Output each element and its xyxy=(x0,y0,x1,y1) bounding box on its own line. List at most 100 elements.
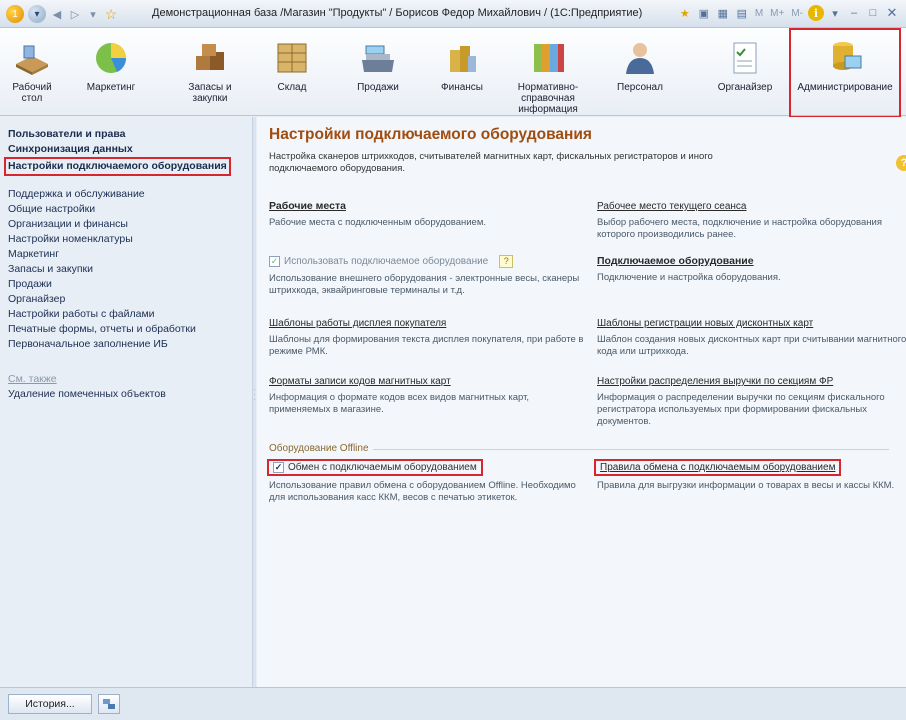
display-templates-link[interactable]: Шаблоны работы дисплея покупателя xyxy=(269,318,446,329)
nav-marketing[interactable]: Маркетинг xyxy=(8,247,196,262)
info-icon[interactable]: i xyxy=(808,5,824,21)
revenue-distribution-text: Информация о распределении выручки по се… xyxy=(597,392,885,427)
nav-support[interactable]: Поддержка и обслуживание xyxy=(8,187,196,202)
workplaces-link[interactable]: Рабочие места xyxy=(269,200,346,212)
magnetic-formats-link[interactable]: Форматы записи кодов магнитных карт xyxy=(269,376,451,387)
pie-chart-icon xyxy=(91,38,131,78)
coins-icon xyxy=(442,38,482,78)
section-finance[interactable]: Финансы xyxy=(436,30,488,114)
section-marketing[interactable]: Маркетинг xyxy=(78,30,144,114)
nav-organizations[interactable]: Организации и финансы xyxy=(8,217,196,232)
memory-plus-button[interactable]: M+ xyxy=(768,8,786,19)
binders-icon xyxy=(528,38,568,78)
magnetic-formats-text: Информация о формате кодов всех видов ма… xyxy=(269,392,530,415)
back-icon[interactable]: ◀ xyxy=(50,5,64,23)
current-workplace-text: Выбор рабочего места, подключение и наст… xyxy=(597,217,882,240)
exchange-rules-link[interactable]: Правила обмена с подключаемым оборудован… xyxy=(594,459,842,476)
admin-icon xyxy=(825,38,865,78)
nav-sales[interactable]: Продажи xyxy=(8,277,196,292)
window-title: Демонстрационная база /Магазин "Продукты… xyxy=(152,7,643,19)
offline-exchange-block: ✓ Обмен с подключаемым оборудованием Исп… xyxy=(267,459,587,504)
memory-minus-button[interactable]: M- xyxy=(789,8,805,19)
magnetic-formats-block: Форматы записи кодов магнитных карт Инфо… xyxy=(269,375,589,416)
nav-inventory[interactable]: Запасы и закупки xyxy=(8,262,196,277)
exchange-rules-text: Правила для выгрузки информации о товара… xyxy=(597,480,895,491)
revenue-distribution-link[interactable]: Настройки распределения выручки по секци… xyxy=(597,376,833,387)
calendar-icon[interactable]: ▤ xyxy=(734,5,750,21)
use-equipment-text: Использование внешнего оборудования - эл… xyxy=(269,273,580,296)
nav-initial-fill[interactable]: Первоначальное заполнение ИБ xyxy=(8,337,196,352)
section-panel: Рабочий стол Маркетинг Запасы и закупки … xyxy=(0,28,906,118)
exchange-rules-block: Правила обмена с подключаемым оборудован… xyxy=(594,459,906,492)
section-desktop[interactable]: Рабочий стол xyxy=(6,30,58,114)
discount-templates-block: Шаблоны регистрации новых дисконтных кар… xyxy=(597,317,906,358)
memory-button[interactable]: M xyxy=(753,8,765,19)
main-content: Настройки подключаемого оборудования Нас… xyxy=(257,117,906,687)
navigation-panel: Пользователи и права Синхронизация данны… xyxy=(0,117,252,687)
see-also-label: См. также xyxy=(8,373,57,385)
page-title: Настройки подключаемого оборудования xyxy=(269,126,592,143)
display-templates-block: Шаблоны работы дисплея покупателя Шаблон… xyxy=(269,317,589,358)
nav-print-forms[interactable]: Печатные формы, отчеты и обработки xyxy=(8,322,196,337)
discount-templates-link[interactable]: Шаблоны регистрации новых дисконтных кар… xyxy=(597,318,813,329)
checkbox-checked-icon: ✓ xyxy=(273,462,284,473)
section-organizer[interactable]: Органайзер xyxy=(716,30,774,114)
current-workplace-link[interactable]: Рабочее место текущего сеанса xyxy=(597,201,747,212)
section-inventory[interactable]: Запасы и закупки xyxy=(180,30,240,114)
panel-splitter[interactable]: · · · xyxy=(252,117,256,687)
boxes-icon xyxy=(190,38,230,78)
nav-organizer[interactable]: Органайзер xyxy=(8,292,196,307)
section-personnel[interactable]: Персонал xyxy=(614,30,666,114)
favorites-icon[interactable]: ★ xyxy=(677,5,693,21)
use-equipment-checkbox[interactable]: ✓ Использовать подключаемое оборудование xyxy=(269,256,488,267)
checklist-icon xyxy=(725,38,765,78)
history-icon[interactable]: ▣ xyxy=(696,5,712,21)
connected-equipment-link[interactable]: Подключаемое оборудование xyxy=(597,255,754,267)
calculator-icon[interactable]: ▦ xyxy=(715,5,731,21)
history-button[interactable]: История... xyxy=(8,694,92,714)
current-workplace-block: Рабочее место текущего сеанса Выбор рабо… xyxy=(597,200,897,241)
section-warehouse[interactable]: Склад xyxy=(268,30,316,114)
offline-group-label: Оборудование Offline xyxy=(269,443,373,454)
page-description: Настройка сканеров штрихкодов, считывате… xyxy=(269,151,713,174)
splitter-grip-icon: · · · xyxy=(253,385,256,404)
warehouse-icon xyxy=(272,38,312,78)
nav-files[interactable]: Настройки работы с файлами xyxy=(8,307,196,322)
title-bar: 1 ▾ ◀ ▷ ▾ ☆ Демонстрационная база /Магаз… xyxy=(0,0,906,28)
offline-exchange-checkbox[interactable]: ✓ Обмен с подключаемым оборудованием xyxy=(267,459,483,476)
nav-delete-marked[interactable]: Удаление помеченных объектов xyxy=(8,387,166,402)
help-icon[interactable]: ? xyxy=(896,155,906,171)
connected-equipment-text: Подключение и настройка оборудования. xyxy=(597,272,781,283)
display-templates-text: Шаблоны для формирования текста дисплея … xyxy=(269,334,584,357)
dropdown-icon[interactable]: ▾ xyxy=(86,5,100,23)
workplaces-block: Рабочие места Рабочие места с подключенн… xyxy=(269,200,589,229)
revenue-distribution-block: Настройки распределения выручки по секци… xyxy=(597,375,897,428)
section-sales[interactable]: Продажи xyxy=(352,30,404,114)
discount-templates-text: Шаблон создания новых дисконтных карт пр… xyxy=(597,334,906,357)
nav-data-sync[interactable]: Синхронизация данных xyxy=(8,142,231,157)
connected-equipment-block: Подключаемое оборудование Подключение и … xyxy=(597,255,897,284)
close-icon[interactable]: ✕ xyxy=(884,5,900,21)
use-equipment-help-button[interactable]: ? xyxy=(499,255,514,268)
nav-nomenclature[interactable]: Настройки номенклатуры xyxy=(8,232,196,247)
offline-group: Оборудование Offline xyxy=(269,442,889,456)
nav-users-rights[interactable]: Пользователи и права xyxy=(8,127,231,142)
app-logo-icon[interactable]: 1 xyxy=(6,5,24,23)
maximize-icon[interactable]: □ xyxy=(865,5,881,21)
minimize-icon[interactable]: – xyxy=(846,5,862,21)
use-equipment-block: ✓ Использовать подключаемое оборудование… xyxy=(269,255,589,297)
section-reference[interactable]: Нормативно-справочная информация xyxy=(492,30,604,115)
main-menu-icon[interactable]: ▾ xyxy=(28,5,46,23)
workplaces-text: Рабочие места с подключенным оборудовани… xyxy=(269,217,487,228)
favorites-star-icon[interactable]: ☆ xyxy=(104,5,118,23)
cash-register-icon xyxy=(358,38,398,78)
nav-general-settings[interactable]: Общие настройки xyxy=(8,202,196,217)
section-administration[interactable]: Администрирование xyxy=(789,28,901,118)
connections-icon[interactable] xyxy=(98,694,120,714)
nav-equipment-settings[interactable]: Настройки подключаемого оборудования xyxy=(4,157,231,176)
desk-icon xyxy=(12,38,52,78)
status-bar: История... xyxy=(0,687,906,720)
forward-icon[interactable]: ▷ xyxy=(68,5,82,23)
info-dropdown-icon[interactable]: ▾ xyxy=(827,5,843,21)
checkbox-checked-icon: ✓ xyxy=(269,256,280,267)
